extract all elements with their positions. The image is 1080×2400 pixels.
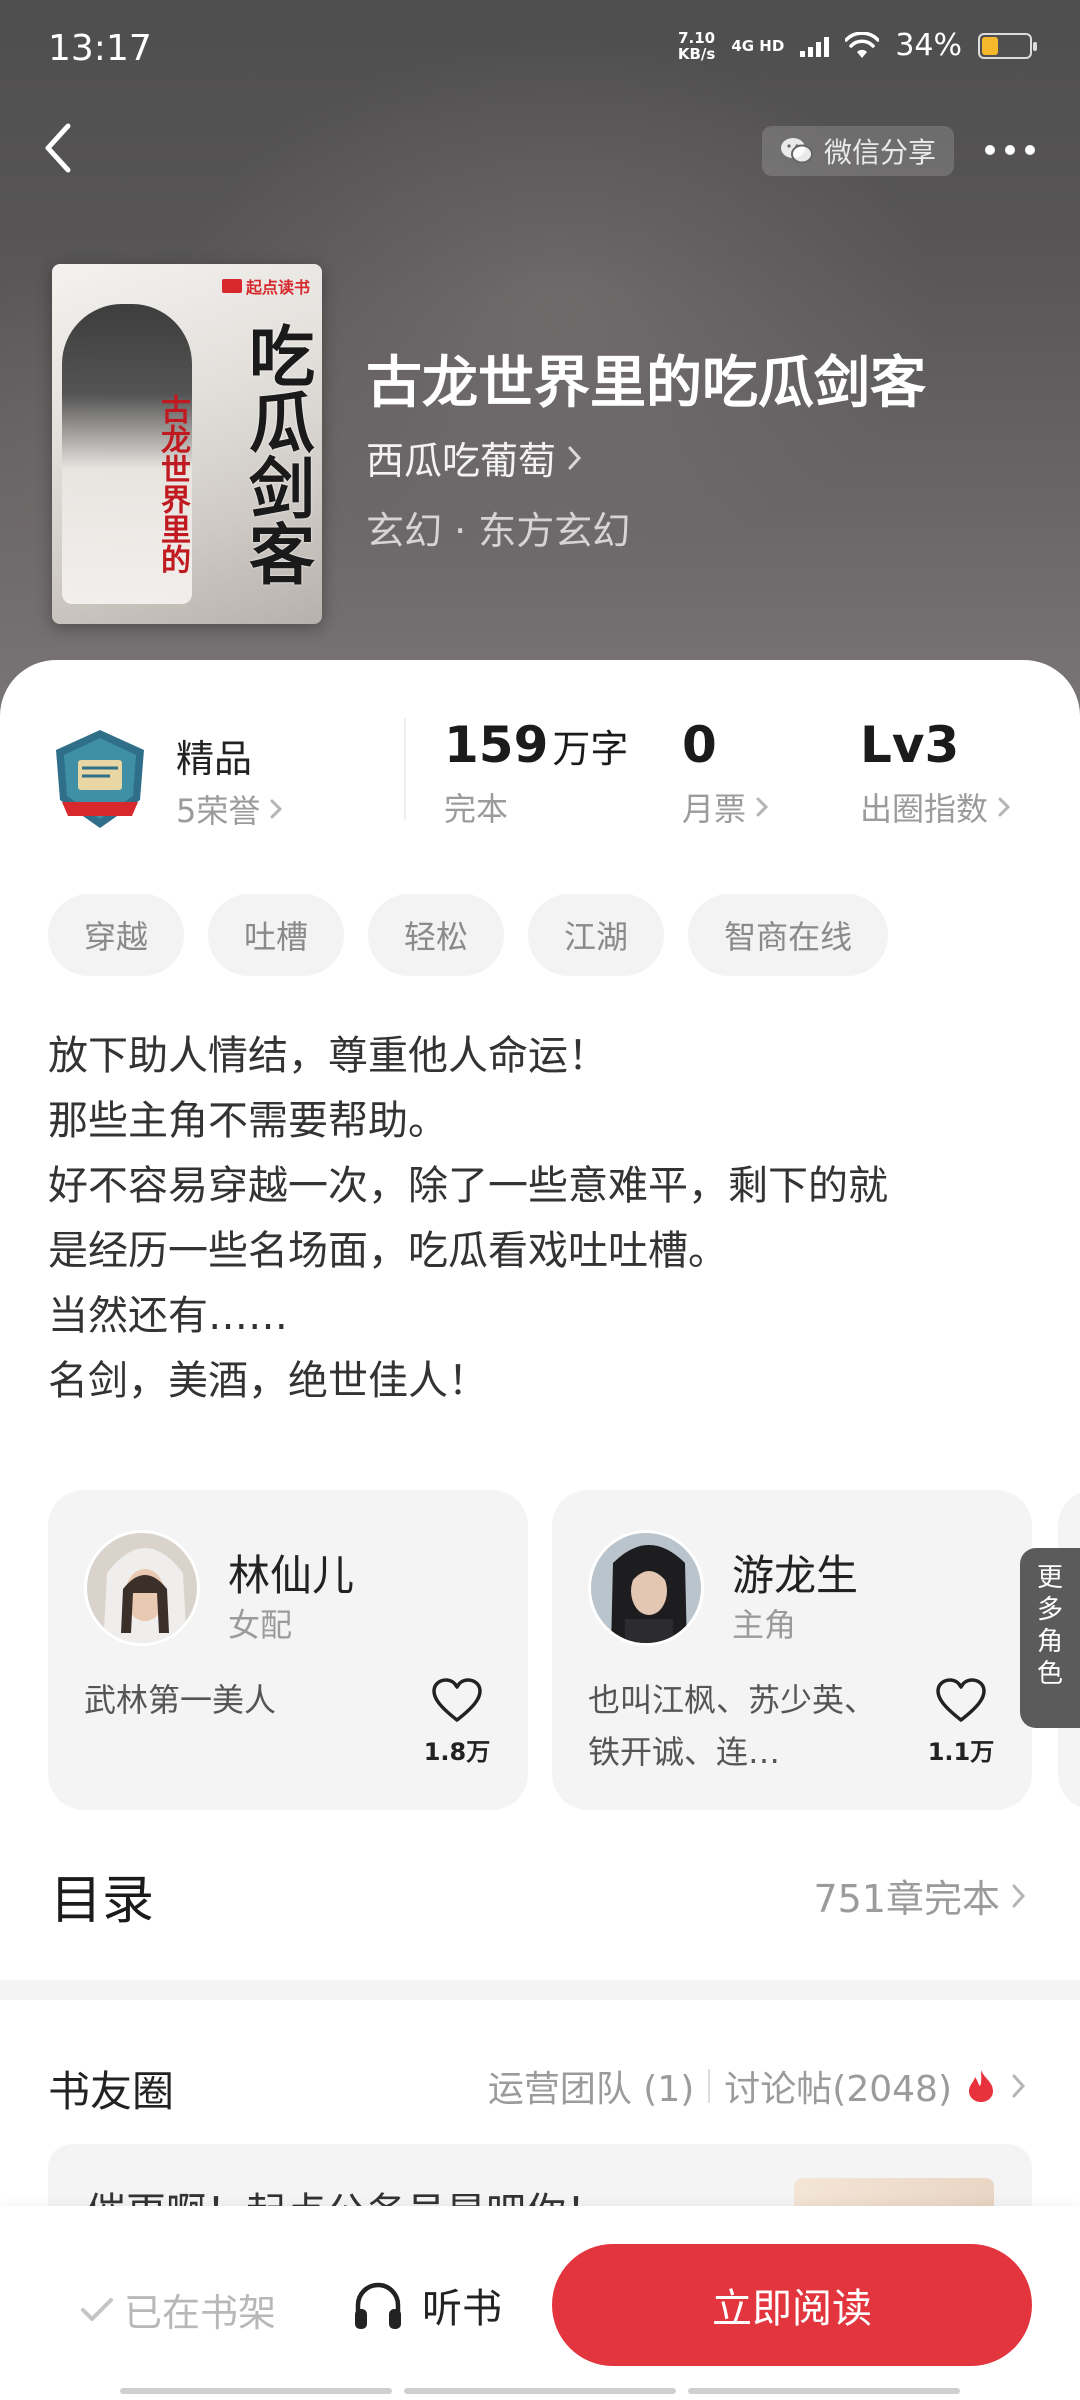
divider <box>404 718 406 820</box>
character-description: 也叫江枫、苏少英、铁开诚、连… <box>588 1681 877 1771</box>
listen-label: 听书 <box>422 2286 502 2332</box>
character-role: 女配 <box>228 1606 293 1644</box>
character-avatar <box>84 1530 200 1646</box>
like-count: 1.8万 <box>423 1738 491 1766</box>
author-link[interactable]: 西瓜吃葡萄 <box>366 430 584 485</box>
read-now-button[interactable]: 立即阅读 <box>552 2244 1032 2366</box>
more-roles-label: 更多角色 <box>1036 1563 1063 1689</box>
wechat-share-button[interactable]: 微信分享 <box>762 126 955 176</box>
author-name: 西瓜吃葡萄 <box>366 439 557 483</box>
fire-icon <box>969 2070 993 2102</box>
tag-chip[interactable]: 轻松 <box>368 894 505 976</box>
chevron-right-icon <box>998 797 1011 817</box>
synopsis-line: 是经历一些名场面，吃瓜看戏吐吐槽。 <box>48 1228 728 1274</box>
dot-icon <box>1025 145 1035 155</box>
wifi-icon <box>845 31 880 58</box>
word-count-unit: 万字 <box>552 727 629 771</box>
heart-icon <box>936 1678 986 1722</box>
synopsis-line: 好不容易穿越一次，除了一些意难平，剩下的就 <box>48 1163 888 1209</box>
book-synopsis[interactable]: 放下助人情结，尊重他人命运！ 那些主角不需要帮助。 好不容易穿越一次，除了一些意… <box>48 1024 1038 1414</box>
discussion-count: 讨论帖(2048) <box>724 2069 952 2110</box>
bottom-action-bar: 已在书架 听书 立即阅读 <box>0 2206 1080 2400</box>
divider <box>708 2069 711 2103</box>
gesture-bar <box>120 2388 960 2394</box>
dot-icon <box>985 145 995 155</box>
back-button[interactable] <box>28 118 88 178</box>
honor-title: 精品 <box>176 737 253 781</box>
like-button[interactable]: 1.1万 <box>926 1678 996 1767</box>
chevron-right-icon <box>756 797 769 817</box>
heart-icon <box>432 1678 482 1722</box>
battery-icon <box>978 32 1037 59</box>
word-count: 159 <box>444 716 549 774</box>
book-title: 古龙世界里的吃瓜剑客 <box>366 350 926 416</box>
chapter-count: 751章完本 <box>813 1877 1000 1921</box>
chevron-left-icon <box>45 123 71 173</box>
headphones-icon <box>355 2282 401 2329</box>
network-speed: 7.10 KB/s <box>677 28 716 63</box>
checkmark-icon <box>81 2297 113 2321</box>
wechat-icon <box>781 138 813 164</box>
on-shelf-button[interactable]: 已在书架 <box>80 2282 276 2337</box>
synopsis-line: 那些主角不需要帮助。 <box>48 1098 448 1144</box>
honor-link[interactable]: 5荣誉 <box>176 786 284 832</box>
reader-circle-link[interactable]: 运营团队 (1) 讨论帖(2048) <box>488 2060 1028 2112</box>
network-type: 4G HD <box>731 36 785 55</box>
tag-chip[interactable]: 智商在线 <box>688 894 889 976</box>
tag-chip[interactable]: 吐槽 <box>208 894 345 976</box>
share-label: 微信分享 <box>824 136 937 169</box>
status-bar: 13:17 7.10 KB/s 4G HD 34% <box>0 0 1080 100</box>
section-divider <box>0 1980 1080 2000</box>
dot-icon <box>1005 145 1015 155</box>
character-card[interactable]: 游龙生 主角 也叫江枫、苏少英、铁开诚、连… 1.1万 <box>552 1490 1032 1810</box>
character-avatar <box>588 1530 704 1646</box>
status-icons: 7.10 KB/s 4G HD 34% <box>677 28 1037 63</box>
chevron-right-icon <box>270 799 283 819</box>
like-count: 1.1万 <box>927 1738 995 1766</box>
synopsis-line: 名剑，美酒，绝世佳人！ <box>48 1358 488 1404</box>
status-time: 13:17 <box>48 28 152 69</box>
influence-level: Lv3 <box>860 716 960 774</box>
word-count-stat: 159 万字 完本 <box>444 716 628 830</box>
tag-chip[interactable]: 江湖 <box>528 894 665 976</box>
monthly-ticket-stat[interactable]: 0 月票 <box>682 716 770 830</box>
cover-title: 吃瓜剑客 <box>238 322 316 586</box>
character-name: 林仙儿 <box>228 1551 355 1600</box>
operation-team: 运营团队 (1) <box>487 2069 695 2110</box>
more-options-button[interactable] <box>970 128 1050 172</box>
chevron-right-icon <box>568 446 582 469</box>
toc-title: 目录 <box>50 1871 155 1931</box>
influence-index-stat[interactable]: Lv3 出圈指数 <box>860 716 1012 830</box>
reader-circle-title: 书友圈 <box>48 2067 175 2116</box>
book-cover[interactable]: 起点读书 吃瓜剑客 古龙世界里的 <box>52 264 322 624</box>
synopsis-line: 放下助人情结，尊重他人命运！ <box>48 1033 608 1079</box>
influence-label: 出圈指数 <box>860 790 989 828</box>
chevron-right-icon <box>1012 2074 1026 2098</box>
more-roles-button[interactable]: 更多角色 <box>1020 1548 1080 1728</box>
book-genre: 玄幻 · 东方玄幻 <box>366 509 631 553</box>
signal-icon <box>800 35 830 57</box>
honor-count: 5荣誉 <box>176 792 261 830</box>
like-button[interactable]: 1.8万 <box>422 1678 492 1767</box>
character-card[interactable]: 林仙儿 女配 武林第一美人 1.8万 <box>48 1490 528 1810</box>
battery-percent: 34% <box>895 28 962 63</box>
tag-chip[interactable]: 穿越 <box>48 894 185 976</box>
monthly-ticket-label: 月票 <box>682 790 747 828</box>
synopsis-line: 当然还有…… <box>48 1293 288 1339</box>
character-role: 主角 <box>732 1606 797 1644</box>
toc-link[interactable]: 751章完本 <box>813 1868 1028 1923</box>
chevron-right-icon <box>1012 1884 1026 1907</box>
listen-button[interactable]: 听书 <box>350 2276 502 2334</box>
monthly-ticket-count: 0 <box>682 716 717 774</box>
tag-list: 穿越 吐槽 轻松 江湖 智商在线 <box>48 894 889 976</box>
cover-subtitle: 古龙世界里的 <box>155 394 190 574</box>
character-description: 武林第一美人 <box>84 1681 277 1719</box>
on-shelf-label: 已在书架 <box>124 2291 277 2335</box>
completion-status: 完本 <box>444 790 509 828</box>
cover-publisher-logo: 起点读书 <box>221 274 310 298</box>
honor-badge-icon[interactable] <box>52 728 148 832</box>
character-name: 游龙生 <box>732 1551 859 1600</box>
